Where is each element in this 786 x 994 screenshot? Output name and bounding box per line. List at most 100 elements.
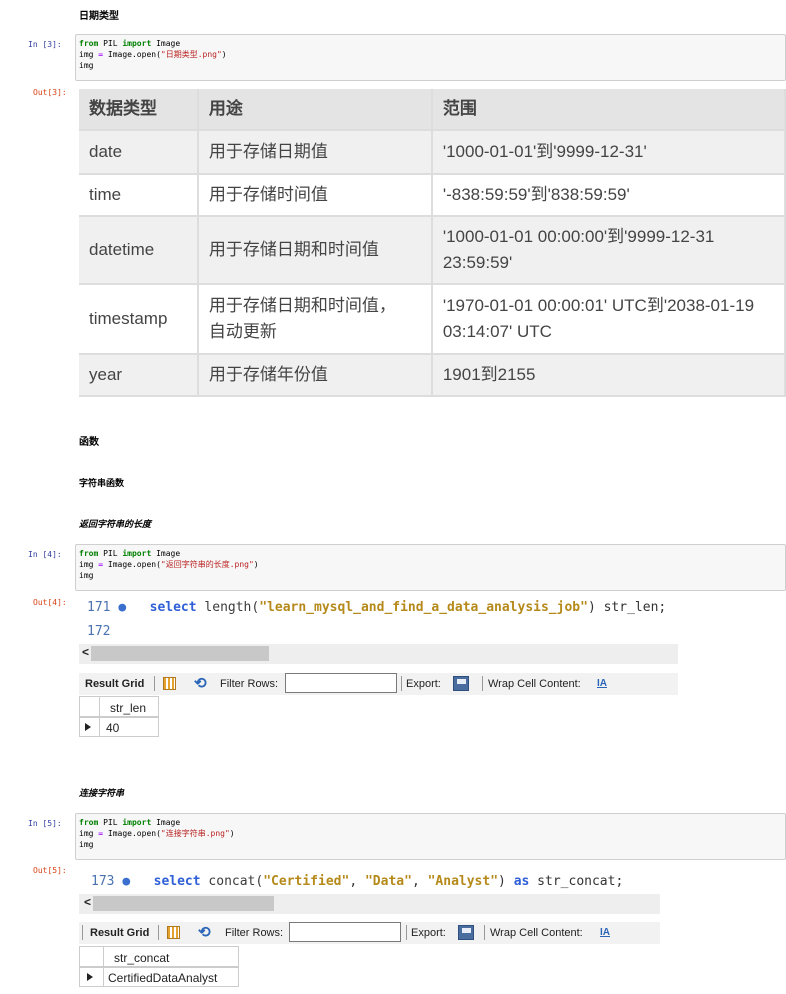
result-cell[interactable]: CertifiedDataAnalyst: [103, 967, 239, 987]
sql-line[interactable]: 171 ● select length("learn_mysql_and_fin…: [87, 600, 666, 615]
sql-line[interactable]: 173 ● select concat("Certified", "Data",…: [91, 874, 623, 889]
code-line: img: [79, 839, 785, 850]
range-cell: '1970-01-01 00:00:01' UTC到'2038-01-19 03:…: [432, 285, 786, 355]
sql-token: length(: [204, 600, 260, 615]
use-cell-line: 用于存储日期和时间值: [208, 240, 379, 259]
code-token: PIL: [98, 39, 123, 48]
sql-line[interactable]: 172: [87, 624, 118, 639]
scroll-left-icon[interactable]: <: [84, 895, 91, 909]
range-cell-line: '-838:59:59'到'838:59:59': [442, 185, 630, 204]
column-header-str-len[interactable]: str_len: [99, 696, 159, 717]
code-token: from: [79, 549, 99, 558]
type-cell: year: [79, 355, 199, 397]
refresh-icon[interactable]: ⟲: [198, 925, 211, 940]
use-cell-line: 用于存储时间值: [208, 185, 328, 204]
result-value: 40: [106, 721, 120, 735]
row-header-corner: [79, 946, 104, 967]
sql-token: as: [513, 874, 530, 889]
scrollbar-thumb[interactable]: [93, 896, 274, 911]
divider: [484, 925, 485, 940]
code-line: from PIL import Image: [79, 38, 785, 49]
horizontal-scrollbar[interactable]: <: [79, 894, 660, 914]
line-number: 171: [87, 600, 111, 615]
result-grid-label: Result Grid: [90, 927, 150, 939]
code-cell[interactable]: from PIL import Image img = Image.open("连…: [75, 813, 786, 860]
save-icon[interactable]: [458, 925, 474, 940]
divider: [82, 925, 83, 940]
code-token: import: [122, 549, 152, 558]
code-token: PIL: [98, 549, 123, 558]
code-token: "日期类型.png": [160, 50, 222, 59]
filter-rows-input[interactable]: [285, 673, 397, 693]
code-cell[interactable]: from PIL import Image img = Image.open("返…: [75, 544, 786, 591]
filter-rows-input[interactable]: [289, 922, 401, 942]
code-token: Image.open(: [103, 50, 161, 59]
table-row: datetime 用于存储日期和时间值 '1000-01-01 00:00:00'到…: [79, 217, 786, 285]
code-cell[interactable]: from PIL import Image img = Image.open("日…: [75, 34, 786, 81]
use-cell-line: 自动更新: [208, 322, 277, 341]
sql-token: ) str_len;: [587, 600, 667, 615]
range-cell-line: '1000-01-01'到'9999-12-31': [442, 142, 647, 161]
col-header-type: 数据类型: [79, 89, 199, 131]
code-token: img: [79, 840, 94, 849]
date-types-table: 数据类型 用途 范围 date 用于存储日期值 '1000-01-01'到'9999…: [79, 89, 786, 397]
use-cell: 用于存储日期值: [198, 131, 433, 175]
heading-string-length: 返回字符串的长度: [79, 520, 152, 530]
export-label: Export:: [406, 678, 441, 690]
code-line: img: [79, 60, 785, 71]
row-header-corner: [79, 696, 100, 717]
sql-token: ,: [349, 874, 365, 889]
range-cell-line: '1000-01-01 00:00:00'到'9999-12-31: [442, 227, 715, 246]
refresh-icon[interactable]: ⟲: [194, 676, 207, 691]
range-cell: '1000-01-01'到'9999-12-31': [432, 131, 786, 175]
code-token: img: [79, 829, 99, 838]
filter-rows-label: Filter Rows:: [225, 927, 284, 939]
scroll-left-icon[interactable]: <: [82, 645, 89, 659]
wrap-text-icon[interactable]: IA: [597, 678, 607, 689]
column-header-str-concat[interactable]: str_concat: [103, 946, 239, 967]
code-token: from: [79, 39, 99, 48]
code-token: img: [79, 50, 99, 59]
range-cell-line: 1901到2155: [442, 365, 536, 384]
export-label: Export:: [411, 927, 446, 939]
result-toolbar: Result Grid ⟲ Filter Rows: Export: Wrap …: [79, 922, 660, 944]
horizontal-scrollbar[interactable]: <: [79, 644, 678, 664]
wrap-cell-label: Wrap Cell Content:: [490, 927, 583, 939]
sql-token: ,: [411, 874, 428, 889]
divider: [158, 925, 159, 940]
heading-date-types: 日期类型: [79, 11, 119, 22]
code-line: img = Image.open("返回字符串的长度.png"): [79, 559, 785, 570]
result-cell[interactable]: 40: [99, 717, 159, 737]
out-prompt: Out[5]:: [33, 866, 67, 875]
code-token: "返回字符串的长度.png": [160, 560, 254, 569]
wrap-cell-label: Wrap Cell Content:: [488, 678, 581, 690]
code-token: Image: [151, 818, 181, 827]
result-grid-label: Result Grid: [85, 678, 145, 690]
statement-marker-icon: ●: [122, 874, 131, 889]
table-row: timestamp 用于存储日期和时间值， 自动更新 '1970-01-01 00:0…: [79, 285, 786, 355]
workbench-output-2: 173 ● select concat("Certified", "Data",…: [79, 866, 661, 992]
range-cell: '-838:59:59'到'838:59:59': [432, 175, 786, 217]
use-cell-line: 用于存储日期和时间值，: [208, 296, 396, 315]
line-number: 172: [87, 624, 111, 639]
save-icon[interactable]: [453, 676, 469, 691]
table-row: year 用于存储年份值 1901到2155: [79, 355, 786, 397]
code-token: Image: [151, 39, 181, 48]
sql-token: "learn_mysql_and_find_a_data_analysis_jo…: [259, 600, 588, 615]
divider: [482, 676, 483, 691]
scrollbar-thumb[interactable]: [91, 646, 269, 661]
wrap-text-icon[interactable]: IA: [600, 927, 610, 938]
result-toolbar: Result Grid ⟲ Filter Rows: Export: Wrap …: [79, 673, 678, 695]
statement-marker-icon: ●: [118, 600, 127, 615]
grid-icon[interactable]: [167, 926, 180, 939]
grid-icon[interactable]: [163, 677, 176, 690]
heading-concat: 连接字符串: [79, 789, 125, 799]
code-line: img = Image.open("日期类型.png"): [79, 49, 785, 60]
type-cell: datetime: [79, 217, 199, 285]
code-token: img: [79, 61, 94, 70]
column-header-label: str_len: [110, 701, 147, 715]
code-token: Image.open(: [103, 560, 161, 569]
col-header-range: 范围: [432, 89, 786, 131]
code-token: ): [229, 829, 235, 838]
result-value: CertifiedDataAnalyst: [108, 971, 218, 985]
